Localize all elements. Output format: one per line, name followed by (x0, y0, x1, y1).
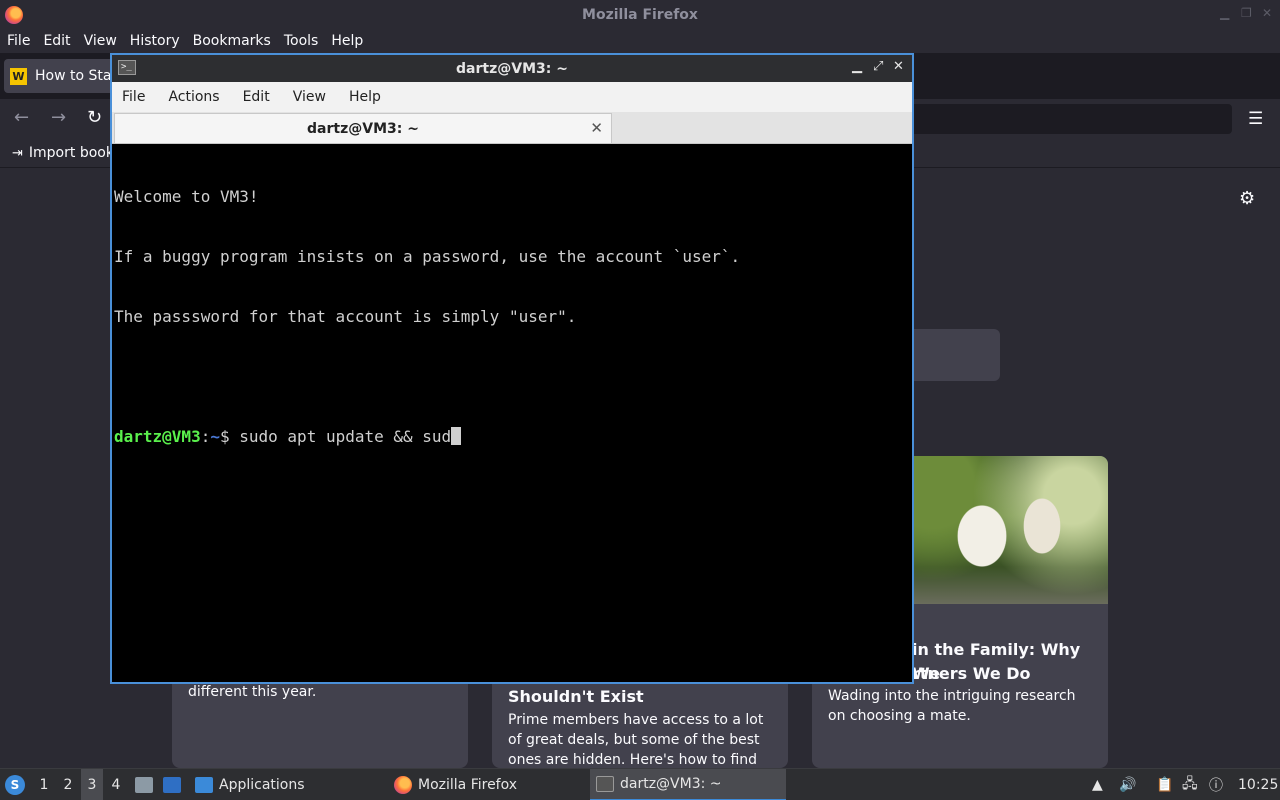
prompt-command: sudo apt update && sud (229, 427, 452, 446)
network-icon[interactable]: 🖧 (1182, 769, 1198, 800)
menu-tools[interactable]: Tools (284, 33, 319, 49)
terminal-menubar: File Actions Edit View Help (112, 82, 912, 112)
terminal-line: Welcome to VM3! (114, 187, 259, 206)
menu-bookmarks[interactable]: Bookmarks (193, 33, 271, 49)
prompt-symbol: $ (219, 427, 230, 446)
forward-arrow-icon[interactable]: → (51, 107, 66, 128)
prompt-path: ~ (210, 427, 220, 446)
terminal-line: The passsword for that account is simply… (114, 307, 577, 326)
close-tab-icon[interactable]: ✕ (590, 119, 603, 137)
terminal-menu-help[interactable]: Help (349, 89, 381, 105)
menu-help[interactable]: Help (331, 33, 363, 49)
workspace-4[interactable]: 4 (105, 769, 127, 800)
import-icon: ⇥ (12, 145, 23, 161)
taskbar: S 1 2 3 4 Applications Mozilla Firefox d… (0, 768, 1280, 800)
firefox-logo-icon (394, 776, 412, 794)
start-menu-icon[interactable]: S (5, 775, 25, 795)
prompt-separator: : (200, 427, 211, 446)
terminal-tabbar: dartz@VM3: ~ ✕ (112, 112, 912, 144)
applications-label: Applications (219, 777, 305, 793)
story-card-desc: Wading into the intriguing research on c… (828, 688, 1076, 724)
notification-icon[interactable]: ⓘ (1209, 769, 1223, 800)
story-card-desc: Prime members have access to a lot of gr… (508, 712, 764, 768)
task-terminal[interactable]: dartz@VM3: ~ (590, 769, 786, 800)
story-card-desc: different this year. (188, 684, 317, 700)
clock[interactable]: 10:25 (1238, 769, 1278, 800)
close-icon[interactable]: ✕ (893, 59, 904, 74)
workspace-3[interactable]: 3 (81, 769, 103, 800)
text-cursor (451, 427, 462, 445)
workspace-1[interactable]: 1 (33, 769, 55, 800)
terminal-tab-title: dartz@VM3: ~ (307, 120, 419, 137)
wikihow-favicon-icon: W (10, 67, 27, 85)
task-label: Mozilla Firefox (418, 777, 518, 793)
terminal-window-title: dartz@VM3: ~ (456, 60, 568, 77)
terminal-line: If a buggy program insists on a password… (114, 247, 741, 266)
close-icon[interactable]: ✕ (1262, 6, 1272, 20)
volume-icon[interactable]: 🔊 (1119, 769, 1136, 800)
terminal-app-icon: >_ (118, 60, 136, 75)
desktop-icon[interactable] (163, 769, 187, 800)
firefox-menubar: File Edit View History Bookmarks Tools H… (0, 29, 1280, 53)
gear-icon[interactable]: ⚙ (1239, 188, 1255, 209)
applications-menu[interactable]: Applications (195, 769, 375, 800)
terminal-menu-edit[interactable]: Edit (243, 89, 270, 105)
menu-file[interactable]: File (7, 33, 30, 49)
folder-icon (195, 777, 213, 793)
terminal-menu-view[interactable]: View (293, 89, 326, 105)
terminal-output[interactable]: Welcome to VM3! If a buggy program insis… (114, 147, 910, 682)
terminal-app-icon (596, 776, 614, 792)
workspace-2[interactable]: 2 (57, 769, 79, 800)
clipboard-icon[interactable]: 📋 (1156, 769, 1173, 800)
terminal-window[interactable]: >_ dartz@VM3: ~ ▁ ⤢ ✕ File Actions Edit … (110, 53, 914, 684)
reload-icon[interactable]: ↻ (87, 107, 102, 128)
terminal-tab[interactable]: dartz@VM3: ~ ✕ (114, 113, 612, 143)
story-card-title: rtners We Do (912, 664, 1031, 683)
minimize-icon[interactable]: ▁ (852, 59, 862, 74)
terminal-titlebar[interactable]: >_ dartz@VM3: ~ ▁ ⤢ ✕ (112, 55, 912, 82)
file-manager-icon[interactable] (135, 769, 159, 800)
terminal-menu-file[interactable]: File (122, 89, 145, 105)
menu-edit[interactable]: Edit (43, 33, 70, 49)
url-bar[interactable] (900, 104, 1232, 134)
terminal-prompt-line[interactable]: dartz@VM3:~$ sudo apt update && sud (114, 427, 910, 447)
firefox-titlebar: Mozilla Firefox ▁ ❐ ✕ (0, 0, 1280, 29)
minimize-icon[interactable]: ▁ (1220, 6, 1229, 20)
story-card-title: Shouldn't Exist (508, 687, 644, 706)
menu-view[interactable]: View (84, 33, 117, 49)
prompt-user-host: dartz@VM3 (114, 427, 201, 446)
back-arrow-icon[interactable]: ← (14, 107, 29, 128)
menu-history[interactable]: History (130, 33, 180, 49)
firefox-window-title: Mozilla Firefox (582, 6, 698, 23)
maximize-icon[interactable]: ⤢ (873, 59, 883, 74)
restore-icon[interactable]: ❐ (1241, 6, 1252, 20)
task-firefox[interactable]: Mozilla Firefox (394, 769, 584, 800)
tray-up-arrow-icon[interactable]: ▲ (1092, 769, 1103, 800)
hamburger-menu-icon[interactable]: ☰ (1248, 109, 1263, 129)
terminal-menu-actions[interactable]: Actions (168, 89, 219, 105)
firefox-logo-icon (5, 6, 23, 24)
task-label: dartz@VM3: ~ (620, 776, 722, 792)
